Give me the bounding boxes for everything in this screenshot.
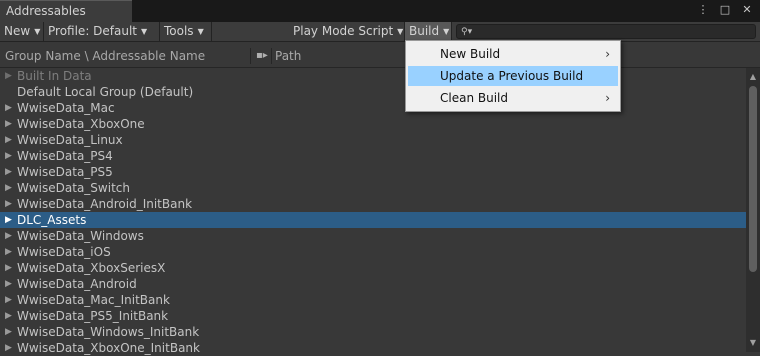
more-options-icon[interactable]: ⋮ bbox=[696, 3, 710, 17]
expand-arrow-icon[interactable]: ▶ bbox=[5, 276, 12, 292]
expand-arrow-icon[interactable]: ▶ bbox=[5, 180, 12, 196]
tools-label: Tools bbox=[164, 24, 194, 38]
submenu-chevron-icon: › bbox=[605, 47, 610, 61]
expand-arrow-icon[interactable]: ▶ bbox=[5, 164, 12, 180]
group-row[interactable]: ▶ WwiseData_Linux bbox=[0, 132, 746, 148]
expand-arrow-icon[interactable]: ▶ bbox=[5, 100, 12, 116]
group-label: WwiseData_iOS bbox=[17, 245, 111, 259]
profile-dropdown[interactable]: Profile: Default ▼ bbox=[44, 22, 160, 41]
expand-arrow-icon[interactable]: ▶ bbox=[5, 228, 12, 244]
group-row[interactable]: ▶ WwiseData_PS5 bbox=[0, 164, 746, 180]
menu-item-clean-build[interactable]: Clean Build › bbox=[408, 88, 618, 108]
expand-arrow-icon[interactable]: ▶ bbox=[5, 68, 12, 84]
group-row[interactable]: ▶ Built In Data bbox=[0, 68, 746, 84]
column-group-name[interactable]: Group Name \ Addressable Name bbox=[5, 44, 205, 68]
group-row[interactable]: ▶ WwiseData_Mac_InitBank bbox=[0, 292, 746, 308]
menu-item-update-a-previous-build[interactable]: Update a Previous Build bbox=[408, 66, 618, 86]
column-divider[interactable] bbox=[250, 48, 251, 64]
group-row[interactable]: ▶ WwiseData_XboxOne_InitBank bbox=[0, 340, 746, 356]
search-icon: ⚲▾ bbox=[461, 27, 473, 37]
group-label: WwiseData_XboxOne_InitBank bbox=[17, 341, 200, 355]
menu-item-label: Clean Build bbox=[440, 91, 508, 105]
group-label: WwiseData_Mac_InitBank bbox=[17, 293, 170, 307]
group-label: WwiseData_Mac bbox=[17, 101, 115, 115]
group-label: WwiseData_Switch bbox=[17, 181, 130, 195]
vertical-scrollbar[interactable]: ▲ ▼ bbox=[746, 68, 760, 352]
window-tab[interactable]: Addressables Groups bbox=[0, 0, 132, 38]
menu-item-label: New Build bbox=[440, 47, 501, 61]
expand-arrow-icon[interactable]: ▶ bbox=[5, 324, 12, 340]
group-label: WwiseData_Android bbox=[17, 277, 137, 291]
group-label: WwiseData_PS5_InitBank bbox=[17, 309, 169, 323]
menu-item-label: Update a Previous Build bbox=[440, 69, 584, 83]
group-row[interactable]: ▶ WwiseData_iOS bbox=[0, 244, 746, 260]
group-label: WwiseData_XboxOne bbox=[17, 117, 145, 131]
window-controls: ⋮ □ ✕ bbox=[696, 3, 754, 17]
group-label: WwiseData_PS4 bbox=[17, 149, 113, 163]
group-row[interactable]: ▶ WwiseData_PS4 bbox=[0, 148, 746, 164]
scrollbar-thumb[interactable] bbox=[749, 86, 757, 272]
group-row[interactable]: ▶ WwiseData_XboxOne bbox=[0, 116, 746, 132]
play-mode-script-dropdown[interactable]: Play Mode Script ▼ bbox=[289, 22, 405, 41]
submenu-chevron-icon: › bbox=[605, 91, 610, 105]
search-input[interactable]: ⚲▾ bbox=[456, 24, 756, 39]
group-label: DLC_Assets bbox=[17, 213, 87, 227]
menu-item-new-build[interactable]: New Build › bbox=[408, 44, 618, 64]
toolbar: New ▼ Profile: Default ▼ Tools ▼ Play Mode … bbox=[0, 22, 760, 42]
expand-arrow-icon[interactable]: ▶ bbox=[5, 340, 12, 356]
group-label: Built In Data bbox=[17, 69, 92, 83]
window-titlebar: Addressables Groups ⋮ □ ✕ bbox=[0, 0, 760, 38]
build-label: Build bbox=[409, 24, 440, 38]
group-label: WwiseData_Android_InitBank bbox=[17, 197, 193, 211]
scroll-up-icon[interactable]: ▲ bbox=[748, 72, 758, 82]
group-label: WwiseData_PS5 bbox=[17, 165, 113, 179]
group-label: WwiseData_XboxSeriesX bbox=[17, 261, 166, 275]
group-label: WwiseData_Windows_InitBank bbox=[17, 325, 200, 339]
expand-arrow-icon[interactable]: ▶ bbox=[5, 132, 12, 148]
expand-arrow-icon[interactable]: ▶ bbox=[5, 308, 12, 324]
dropdown-caret-icon: ▼ bbox=[197, 27, 204, 36]
group-row[interactable]: ▶ WwiseData_Switch bbox=[0, 180, 746, 196]
expand-arrow-icon[interactable]: ▶ bbox=[5, 292, 12, 308]
maximize-icon[interactable]: □ bbox=[718, 3, 732, 17]
group-label: WwiseData_Linux bbox=[17, 133, 123, 147]
tools-dropdown[interactable]: Tools ▼ bbox=[160, 22, 212, 41]
group-label: Default Local Group (Default) bbox=[17, 85, 194, 99]
group-row[interactable]: ▶ WwiseData_Windows_InitBank bbox=[0, 324, 746, 340]
scroll-down-icon[interactable]: ▼ bbox=[748, 338, 758, 348]
group-row[interactable]: ▶ DLC_Assets bbox=[0, 212, 746, 228]
build-menu: New Build › Update a Previous Build Clean B… bbox=[405, 40, 621, 112]
column-header: Group Name \ Addressable Name ▪▸ Path bbox=[0, 44, 760, 68]
group-row[interactable]: ▶ WwiseData_Windows bbox=[0, 228, 746, 244]
expand-arrow-icon[interactable]: ▶ bbox=[5, 196, 12, 212]
build-dropdown[interactable]: Build ▼ bbox=[405, 22, 452, 41]
dropdown-caret-icon: ▼ bbox=[397, 27, 404, 36]
close-icon[interactable]: ✕ bbox=[740, 3, 754, 17]
group-row[interactable]: ▶ WwiseData_PS5_InitBank bbox=[0, 308, 746, 324]
expand-arrow-icon[interactable]: ▶ bbox=[5, 116, 12, 132]
group-row[interactable]: ▶ WwiseData_Android bbox=[0, 276, 746, 292]
group-row[interactable]: ▶ WwiseData_Mac bbox=[0, 100, 746, 116]
group-row[interactable]: ▶ WwiseData_XboxSeriesX bbox=[0, 260, 746, 276]
expand-arrow-icon[interactable]: ▶ bbox=[5, 260, 12, 276]
column-divider[interactable] bbox=[271, 48, 272, 64]
addressable-type-icon: ▪▸ bbox=[256, 50, 268, 61]
dropdown-caret-icon: ▼ bbox=[34, 27, 41, 36]
expand-arrow-icon[interactable]: ▶ bbox=[5, 244, 12, 260]
expand-arrow-icon[interactable]: ▶ bbox=[5, 212, 12, 228]
group-row[interactable]: ▶ WwiseData_Android_InitBank bbox=[0, 196, 746, 212]
new-label: New bbox=[4, 24, 31, 38]
group-row[interactable]: Default Local Group (Default) bbox=[0, 84, 746, 100]
column-path[interactable]: Path bbox=[275, 44, 301, 68]
play-mode-label: Play Mode Script bbox=[293, 24, 394, 38]
group-label: WwiseData_Windows bbox=[17, 229, 144, 243]
new-dropdown[interactable]: New ▼ bbox=[0, 22, 44, 41]
dropdown-caret-icon: ▼ bbox=[141, 27, 148, 36]
profile-label: Profile: Default bbox=[48, 24, 138, 38]
dropdown-caret-icon: ▼ bbox=[443, 27, 450, 36]
expand-arrow-icon[interactable]: ▶ bbox=[5, 148, 12, 164]
